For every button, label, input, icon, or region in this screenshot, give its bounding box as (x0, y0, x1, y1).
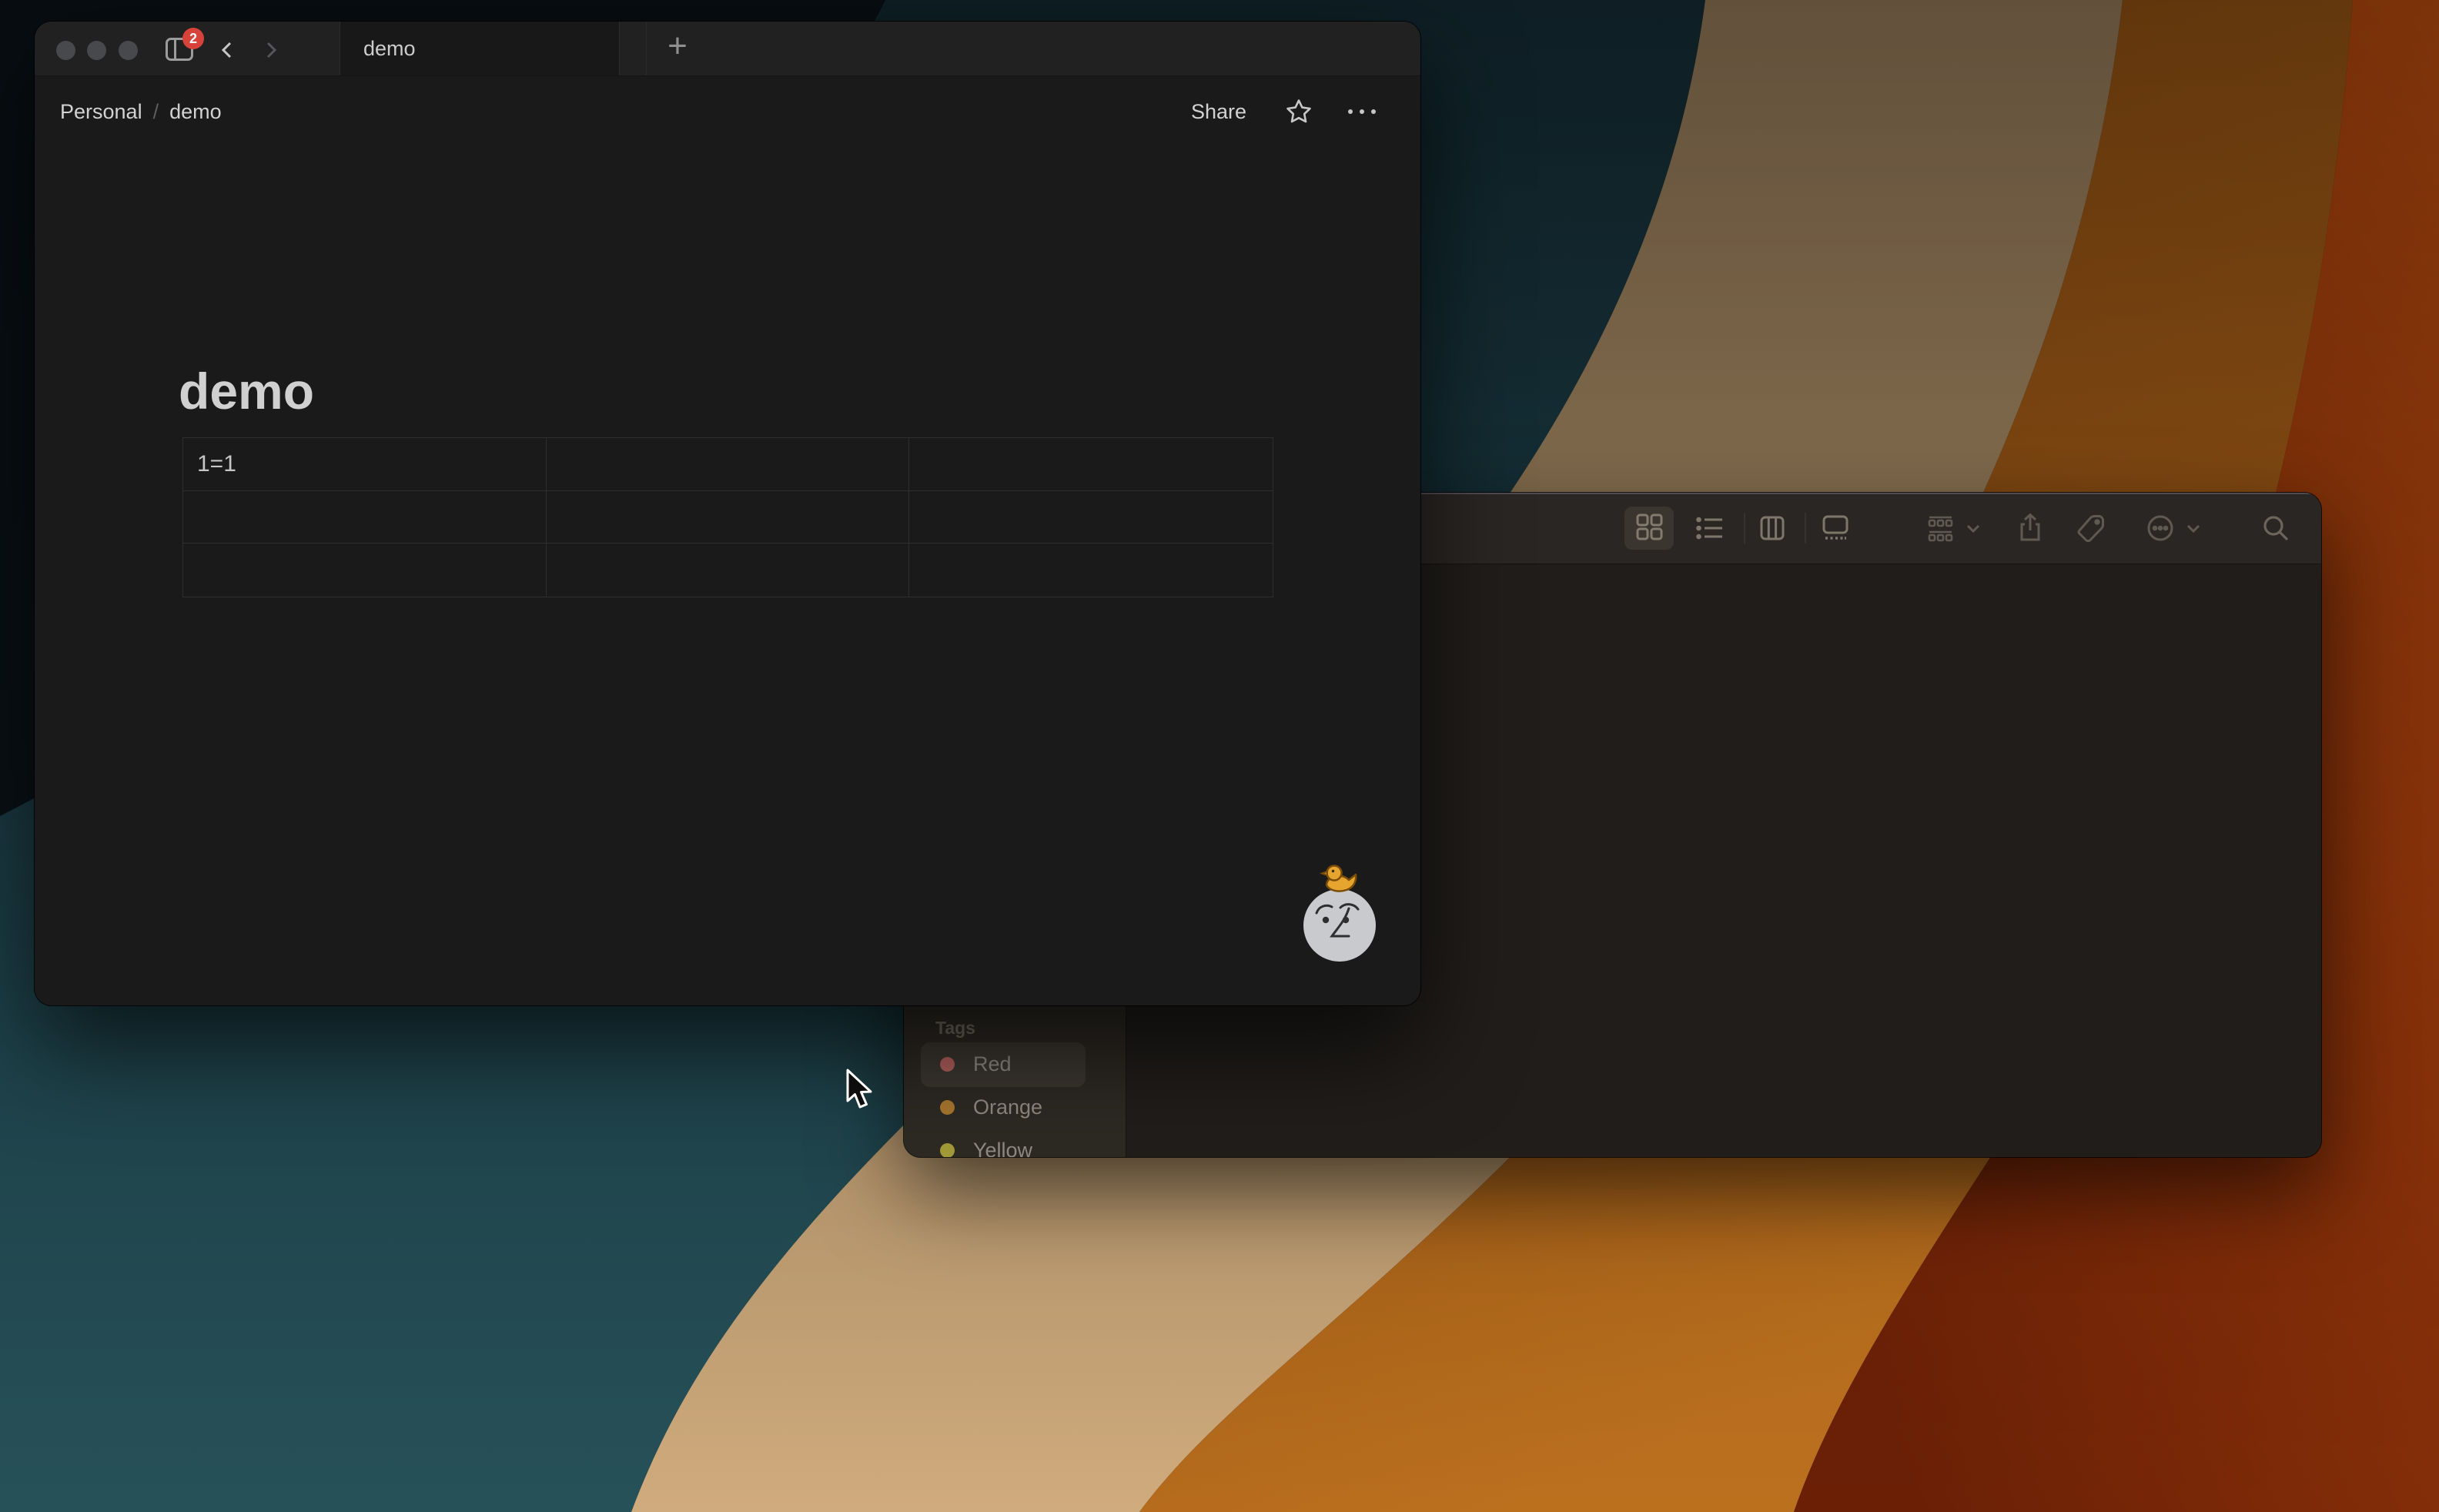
more-options-icon[interactable] (1348, 109, 1376, 114)
grid-view-icon (1632, 510, 1666, 547)
gallery-view-button[interactable] (1818, 511, 1852, 545)
group-by-chevron-icon[interactable] (1963, 519, 1997, 553)
list-view-icon (1693, 511, 1727, 545)
ellipsis-circle-icon (2143, 511, 2177, 545)
tag-label: Orange (973, 1096, 1042, 1119)
yellow-tag-dot (940, 1143, 955, 1158)
tag-label: Yellow (973, 1139, 1032, 1158)
table-cell[interactable] (547, 544, 910, 597)
search-button[interactable] (2259, 511, 2293, 545)
table-cell[interactable] (183, 544, 547, 597)
tab-demo[interactable]: demo (340, 22, 620, 75)
share-icon (2013, 511, 2047, 545)
share-button[interactable] (2013, 511, 2047, 545)
toolbar-separator (1744, 513, 1745, 544)
gallery-view-icon (1818, 511, 1852, 545)
notification-badge: 2 (182, 28, 204, 49)
table-cell[interactable] (183, 491, 547, 544)
table-cell[interactable] (909, 438, 1273, 491)
notion-tab-bar: 2 demo + (35, 22, 1420, 76)
grid-view-button[interactable] (1624, 507, 1674, 550)
mouse-cursor (845, 1069, 879, 1117)
red-tag-dot (940, 1057, 955, 1072)
back-icon[interactable] (216, 39, 238, 65)
tags-button[interactable] (2074, 511, 2108, 545)
notion-header: Personal / demo Share (35, 75, 1420, 148)
breadcrumb-current[interactable]: demo (169, 100, 222, 124)
rubber-duck-icon (1322, 866, 1356, 891)
zoom-button[interactable] (119, 41, 138, 60)
minimize-button[interactable] (87, 41, 106, 60)
forward-icon[interactable] (260, 39, 282, 65)
breadcrumb-separator: / (153, 100, 159, 124)
duck-doodle-avatar[interactable] (1301, 852, 1378, 964)
column-view-icon (1755, 511, 1789, 545)
table-cell[interactable] (547, 491, 910, 544)
orange-tag-dot (940, 1100, 955, 1115)
tags-section-label: Tags (935, 1018, 975, 1039)
search-icon (2259, 511, 2293, 545)
table-cell[interactable]: 1=1 (183, 438, 547, 491)
notion-window: 2 demo + Personal / demo Share demo (35, 22, 1420, 1005)
share-button[interactable]: Share (1191, 100, 1246, 124)
tag-label: Red (973, 1052, 1012, 1076)
new-tab-button[interactable]: + (646, 22, 708, 75)
group-by-icon (1923, 511, 1957, 545)
breadcrumb-root[interactable]: Personal (60, 100, 142, 124)
more-actions-button[interactable] (2143, 511, 2177, 545)
more-actions-chevron-icon[interactable] (2183, 519, 2217, 553)
table-cell[interactable] (909, 491, 1273, 544)
list-view-button[interactable] (1693, 511, 1727, 545)
toolbar-separator (1805, 513, 1806, 544)
page-title[interactable]: demo (179, 362, 314, 420)
page-table: 1=1 (182, 437, 1273, 597)
desktop: Tags Red Orange Yellow 2 (0, 0, 2439, 1512)
favorite-star-icon[interactable] (1285, 98, 1313, 125)
group-by-button[interactable] (1923, 511, 1957, 545)
column-view-button[interactable] (1755, 511, 1789, 545)
close-button[interactable] (56, 41, 75, 60)
sidebar-item-tag-orange[interactable]: Orange (904, 1085, 1126, 1129)
sidebar-item-tag-yellow[interactable]: Yellow (904, 1129, 1126, 1157)
table-cell[interactable] (547, 438, 910, 491)
tag-icon (2074, 511, 2108, 545)
sidebar-item-tag-red[interactable]: Red (904, 1042, 1126, 1085)
table-cell[interactable] (909, 544, 1273, 597)
